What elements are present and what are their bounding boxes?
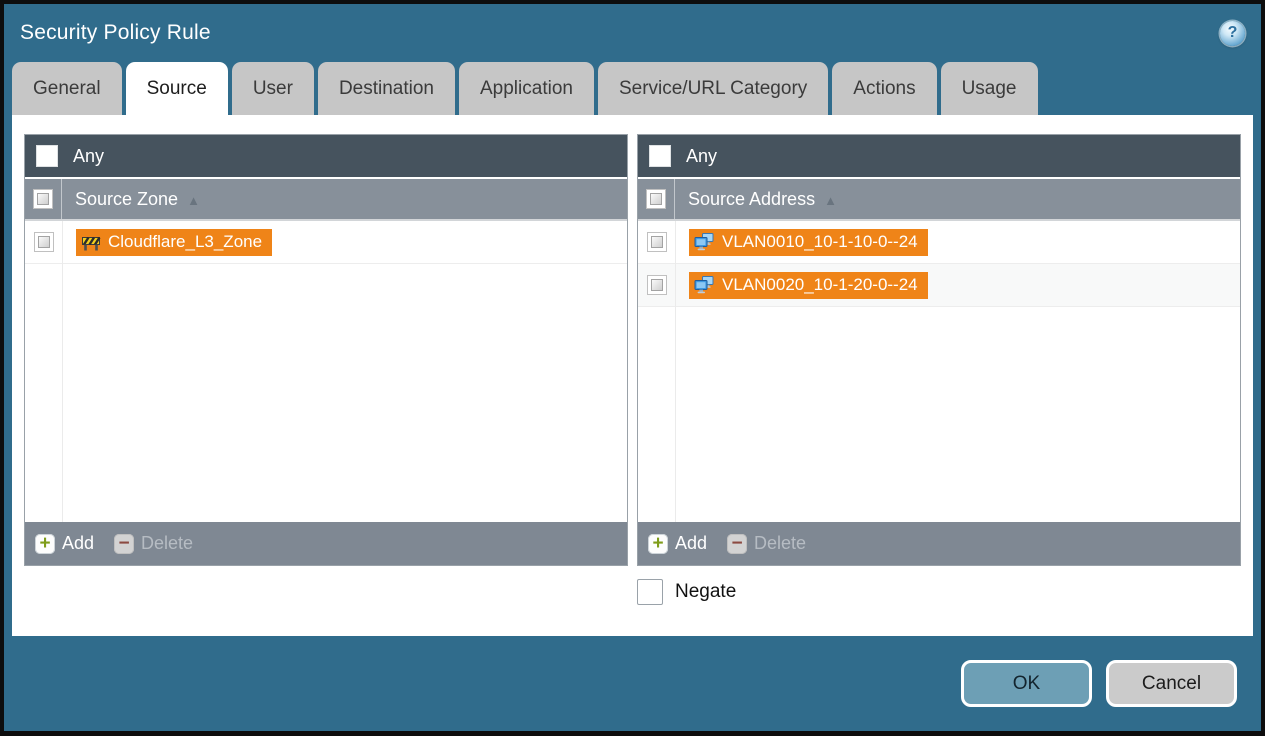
row-checkbox-cell: [25, 221, 62, 263]
zone-icon: [81, 233, 101, 252]
source-zone-panel: Any Source Zone ▲ Cloudflare_L3_Zone + A…: [24, 134, 628, 566]
tab-general[interactable]: General: [12, 62, 122, 115]
delete-button[interactable]: − Delete: [114, 533, 193, 554]
source-address-list: VLAN0010_10-1-10-0--24 VLAN0020_10-1-20-0…: [638, 221, 1240, 522]
address-icon: [694, 275, 715, 295]
help-icon[interactable]: ?: [1220, 20, 1245, 46]
tab-content-source: Any Source Zone ▲ Cloudflare_L3_Zone + A…: [12, 115, 1253, 636]
ok-button[interactable]: OK: [961, 660, 1092, 707]
source-zone-column-header[interactable]: Source Zone ▲: [25, 179, 627, 221]
add-icon: +: [648, 533, 668, 554]
sort-ascending-icon: ▲: [187, 192, 200, 208]
delete-icon: −: [727, 533, 748, 554]
source-address-toolbar: + Add − Delete: [638, 522, 1240, 565]
source-zone-list: Cloudflare_L3_Zone: [25, 221, 627, 522]
row-checkbox-cell: [638, 221, 675, 263]
tab-user[interactable]: User: [231, 62, 314, 115]
dialog-footer: OK Cancel: [4, 636, 1261, 731]
any-label: Any: [73, 145, 105, 166]
cancel-button[interactable]: Cancel: [1106, 660, 1237, 707]
tab-actions[interactable]: Actions: [832, 62, 937, 115]
row-checkbox[interactable]: [646, 232, 667, 252]
source-zone-any-header: Any: [25, 135, 627, 179]
select-all-cell: [638, 179, 675, 219]
tab-source[interactable]: Source: [125, 62, 228, 115]
add-icon: +: [35, 533, 55, 554]
any-label: Any: [686, 145, 718, 166]
negate-row: Negate: [24, 579, 1241, 605]
delete-icon: −: [114, 533, 135, 554]
tab-application[interactable]: Application: [459, 62, 594, 115]
selected-object-chip[interactable]: VLAN0010_10-1-10-0--24: [689, 228, 928, 256]
title-bar: Security Policy Rule ?: [4, 4, 1261, 62]
table-row[interactable]: VLAN0010_10-1-10-0--24: [638, 221, 1240, 264]
select-all-checkbox[interactable]: [33, 189, 53, 209]
selected-object-chip[interactable]: Cloudflare_L3_Zone: [76, 228, 273, 256]
negate-label: Negate: [675, 581, 737, 602]
any-checkbox[interactable]: [649, 145, 671, 167]
column-header-label: Source Zone: [75, 188, 179, 209]
negate-checkbox[interactable]: [637, 579, 663, 605]
address-icon: [694, 232, 715, 252]
row-checkbox[interactable]: [33, 232, 54, 252]
source-panels: Any Source Zone ▲ Cloudflare_L3_Zone + A…: [24, 134, 1241, 566]
any-checkbox[interactable]: [36, 145, 58, 167]
column-header-label: Source Address: [688, 188, 816, 209]
source-zone-toolbar: + Add − Delete: [25, 522, 627, 565]
source-address-column-header[interactable]: Source Address ▲: [638, 179, 1240, 221]
tab-service-url-category[interactable]: Service/URL Category: [597, 62, 829, 115]
row-checkbox-cell: [638, 264, 675, 306]
add-button[interactable]: + Add: [648, 533, 707, 554]
tab-destination[interactable]: Destination: [317, 62, 455, 115]
source-address-any-header: Any: [638, 135, 1240, 179]
delete-button[interactable]: − Delete: [727, 533, 806, 554]
selected-object-chip[interactable]: VLAN0020_10-1-20-0--24: [689, 271, 928, 299]
row-label: VLAN0010_10-1-10-0--24: [722, 232, 918, 251]
select-all-checkbox[interactable]: [646, 189, 666, 209]
table-row[interactable]: VLAN0020_10-1-20-0--24: [638, 264, 1240, 307]
dialog-frame: Security Policy Rule ? General Source User…: [4, 4, 1261, 731]
row-label: VLAN0020_10-1-20-0--24: [722, 275, 918, 294]
sort-ascending-icon: ▲: [824, 192, 837, 208]
source-address-panel: Any Source Address ▲ VLAN0010_10-1-10-0-…: [637, 134, 1241, 566]
table-row[interactable]: Cloudflare_L3_Zone: [25, 221, 627, 264]
select-all-cell: [25, 179, 62, 219]
row-label: Cloudflare_L3_Zone: [108, 232, 263, 251]
row-checkbox[interactable]: [646, 275, 667, 295]
security-policy-rule-dialog: Security Policy Rule ? General Source User…: [0, 0, 1265, 736]
add-button[interactable]: + Add: [35, 533, 94, 554]
tab-usage[interactable]: Usage: [940, 62, 1038, 115]
negate-field: Negate: [637, 579, 1241, 605]
tab-bar: General Source User Destination Application S…: [4, 62, 1261, 115]
dialog-title: Security Policy Rule: [20, 21, 211, 44]
